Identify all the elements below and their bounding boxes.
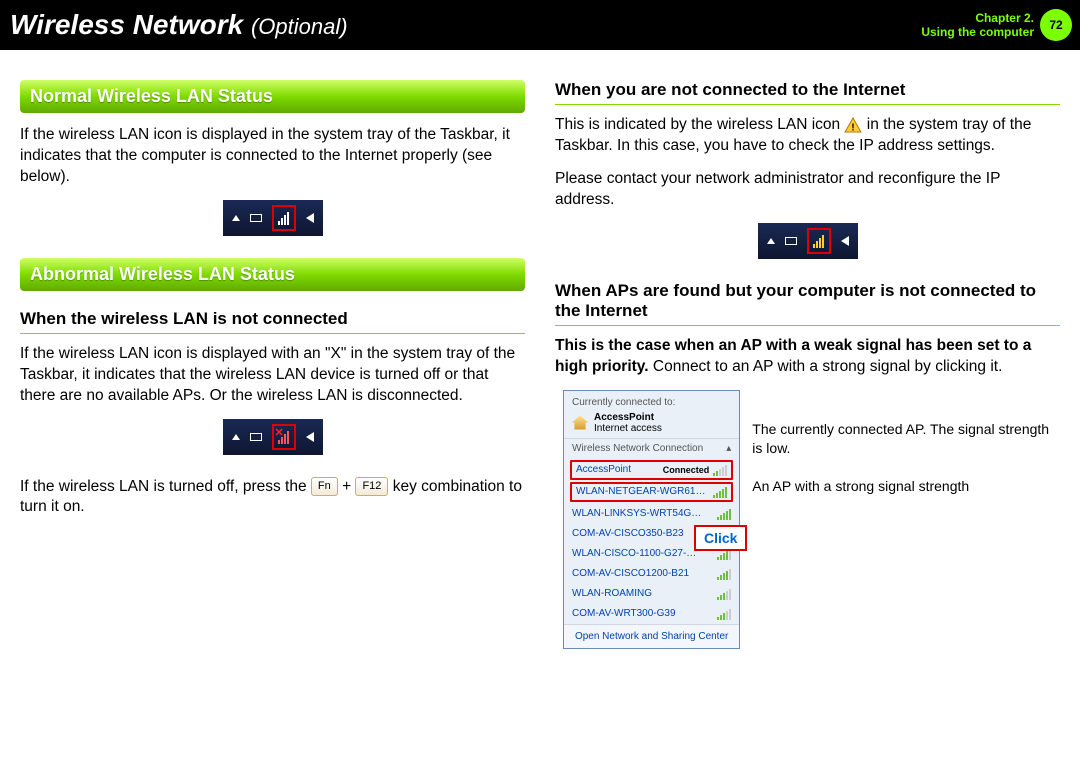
title-optional: (Optional) — [251, 14, 348, 39]
wifi-row[interactable]: WLAN-NETGEAR-WGR614v9-G28-CH11 — [570, 482, 733, 502]
signal-icon — [713, 464, 727, 476]
wifi-row-name: AccessPoint — [576, 464, 631, 475]
tray-arrow-icon — [767, 238, 775, 244]
system-tray-warning — [758, 223, 858, 259]
p3-rest: Connect to an AP with a strong signal by… — [649, 358, 1003, 375]
popup-ap-sub: Internet access — [594, 423, 662, 434]
wifi-x-icon-highlighted — [272, 424, 296, 450]
house-icon — [572, 416, 588, 430]
popup-footer-link[interactable]: Open Network and Sharing Center — [564, 624, 739, 648]
page-header: Wireless Network (Optional) Chapter 2. U… — [0, 0, 1080, 50]
popup-wnc-label: Wireless Network Connection ▴ — [564, 438, 739, 458]
annotation-strong-ap: An AP with a strong signal strength — [738, 477, 1060, 497]
section-abnormal-status: Abnormal Wireless LAN Status — [20, 258, 525, 291]
wifi-row[interactable]: COM-AV-CISCO1200-B21 — [564, 564, 739, 584]
wifi-row[interactable]: COM-AV-WRT300-G39 — [564, 604, 739, 624]
content-columns: Normal Wireless LAN Status If the wirele… — [0, 50, 1080, 649]
page-title: Wireless Network (Optional) — [10, 9, 348, 41]
p1a: This is indicated by the wireless LAN ic… — [555, 116, 844, 133]
battery-icon — [250, 433, 262, 441]
annotation-current-ap: The currently connected AP. The signal s… — [738, 420, 1060, 459]
tray-arrow-icon — [232, 434, 240, 440]
chapter-label: Chapter 2. — [921, 11, 1034, 25]
wifi-network-popup[interactable]: Currently connected to: AccessPoint Inte… — [563, 390, 740, 649]
signal-icon — [717, 508, 731, 520]
wifi-row-name: COM-AV-WRT300-G39 — [572, 608, 676, 619]
wifi-row-name: COM-AV-CISCO350-B23 — [572, 528, 684, 539]
sub-aps-found: When APs are found but your computer is … — [555, 281, 1060, 326]
popup-current-ap: AccessPoint Internet access — [564, 412, 739, 438]
sub-not-internet: When you are not connected to the Intern… — [555, 80, 1060, 105]
right-column: When you are not connected to the Intern… — [555, 80, 1060, 649]
signal-icon — [717, 588, 731, 600]
page-number-badge: 72 — [1040, 9, 1072, 41]
wifi-row[interactable]: WLAN-ROAMING — [564, 584, 739, 604]
sub-not-connected: When the wireless LAN is not connected — [20, 309, 525, 334]
signal-icon — [717, 568, 731, 580]
chapter-sub: Using the computer — [921, 25, 1034, 39]
speaker-icon — [841, 236, 849, 246]
key-combo-line: If the wireless LAN is turned off, press… — [20, 477, 525, 519]
section-normal-status: Normal Wireless LAN Status — [20, 80, 525, 113]
svg-text:!: ! — [852, 122, 855, 133]
popup-ap-name: AccessPoint — [594, 412, 662, 423]
chevron-up-icon[interactable]: ▴ — [726, 443, 731, 454]
contact-admin-paragraph: Please contact your network administrato… — [555, 169, 1060, 211]
system-tray-normal — [223, 200, 323, 236]
not-internet-paragraph: This is indicated by the wireless LAN ic… — [555, 115, 1060, 157]
wifi-row[interactable]: AccessPoint Connected — [570, 460, 733, 480]
chapter-info: Chapter 2. Using the computer — [921, 11, 1034, 40]
normal-status-paragraph: If the wireless LAN icon is displayed in… — [20, 125, 525, 188]
wifi-row-name: WLAN-LINKSYS-WRT54G-B24 — [572, 508, 702, 519]
speaker-icon — [306, 213, 314, 223]
fn-key: Fn — [311, 477, 338, 496]
wifi-row-name: WLAN-ROAMING — [572, 588, 652, 599]
battery-icon — [785, 237, 797, 245]
f12-key: F12 — [355, 477, 388, 496]
annotations: The currently connected AP. The signal s… — [752, 390, 1060, 497]
wifi-row-name: WLAN-NETGEAR-WGR614v9-G28-CH11 — [576, 486, 706, 497]
battery-icon — [250, 214, 262, 222]
signal-icon — [717, 608, 731, 620]
system-tray-disconnected — [223, 419, 323, 455]
key-line-prefix: If the wireless LAN is turned off, press… — [20, 478, 307, 495]
wifi-warning-icon-highlighted — [807, 228, 831, 254]
signal-icon — [713, 486, 727, 498]
title-main: Wireless Network — [10, 9, 243, 40]
header-right: Chapter 2. Using the computer 72 — [921, 9, 1080, 41]
speaker-icon — [306, 432, 314, 442]
wifi-icon-highlighted — [272, 205, 296, 231]
left-column: Normal Wireless LAN Status If the wirele… — [20, 80, 525, 649]
wifi-row[interactable]: WLAN-LINKSYS-WRT54G-B24 — [564, 504, 739, 524]
popup-and-annotations: Currently connected to: AccessPoint Inte… — [555, 390, 1060, 649]
tray-arrow-icon — [232, 215, 240, 221]
plus-sign: + — [342, 478, 351, 495]
wifi-row-status: Connected — [663, 465, 710, 475]
click-callout: Click — [694, 525, 747, 551]
popup-connected-label: Currently connected to: — [564, 397, 739, 412]
warning-wifi-icon: ! — [844, 117, 862, 133]
wifi-row-name: COM-AV-CISCO1200-B21 — [572, 568, 689, 579]
abnormal-paragraph: If the wireless LAN icon is displayed wi… — [20, 344, 525, 407]
aps-found-paragraph: This is the case when an AP with a weak … — [555, 336, 1060, 378]
wifi-row-name: WLAN-CISCO-1100-G27-CH1 — [572, 548, 702, 559]
